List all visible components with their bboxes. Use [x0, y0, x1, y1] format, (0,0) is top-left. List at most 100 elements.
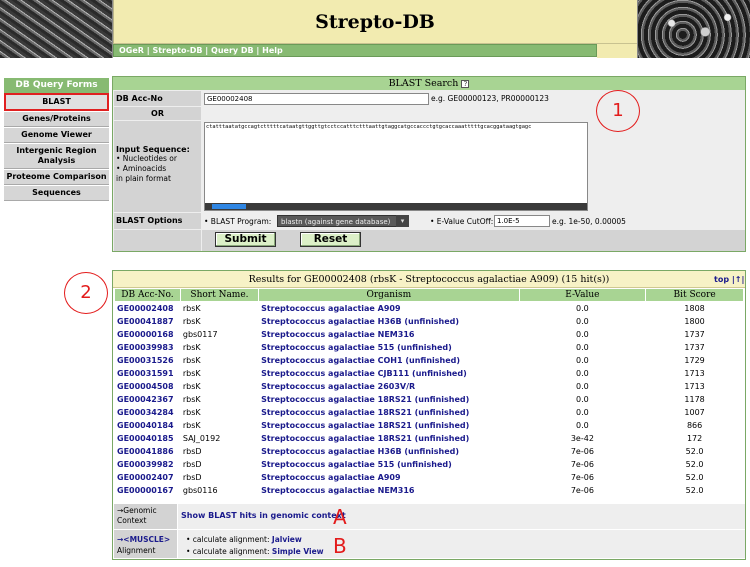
- cell-short-name: rbsD: [182, 447, 202, 456]
- cell-organism[interactable]: Streptococcus agalactiae 515 (unfinished…: [259, 458, 518, 471]
- cell-acc-no[interactable]: GE00040184: [115, 419, 180, 432]
- help-icon[interactable]: ?: [461, 79, 470, 88]
- cell-acc-no[interactable]: GE00002408: [115, 302, 180, 315]
- sidebar-item-sequences[interactable]: Sequences: [4, 185, 109, 201]
- page-title: Strepto-DB: [315, 11, 435, 33]
- evalue-example: e.g. 1e-50, 0.00005: [552, 217, 626, 226]
- sidebar-item-proteome-comparison[interactable]: Proteome Comparison: [4, 169, 109, 185]
- cell-acc-no[interactable]: GE00031526: [115, 354, 180, 367]
- cell-acc-no[interactable]: GE00042367: [115, 393, 180, 406]
- column-header-organism[interactable]: Organism: [259, 289, 519, 302]
- header-image-left: [0, 0, 113, 58]
- cell-organism[interactable]: Streptococcus agalactiae 18RS21 (unfinis…: [259, 432, 518, 445]
- input-sequence-hint: in plain format: [116, 174, 171, 183]
- column-header-bit-score[interactable]: Bit Score: [646, 289, 743, 302]
- cell-organism[interactable]: Streptococcus agalactiae COH1 (unfinishe…: [259, 354, 518, 367]
- jalview-link[interactable]: Jalview: [272, 535, 302, 544]
- cell-bit-score: 1737: [684, 343, 705, 352]
- submit-button[interactable]: Submit: [215, 232, 276, 247]
- nav-link-help[interactable]: Help: [262, 46, 283, 55]
- cell-organism[interactable]: Streptococcus agalactiae 18RS21 (unfinis…: [259, 406, 518, 419]
- cell-acc-no[interactable]: GE00000167: [115, 484, 180, 497]
- simple-view-link[interactable]: Simple View: [272, 547, 324, 556]
- blast-search-title-text: BLAST Search: [388, 78, 459, 89]
- column-header-acc-no[interactable]: DB Acc-No.: [115, 289, 180, 302]
- evalue-cutoff-input[interactable]: 1.0E-5: [494, 215, 550, 227]
- header-band-extension: [597, 44, 637, 58]
- evalue-cutoff-label: • E-Value CutOff:: [430, 217, 494, 226]
- cell-acc-no[interactable]: GE00004508: [115, 380, 180, 393]
- cell-acc-no[interactable]: GE00002407: [115, 471, 180, 484]
- cell-organism[interactable]: Streptococcus agalactiae 2603V/R: [259, 380, 518, 393]
- nav-link-query-db[interactable]: Query DB: [211, 46, 254, 55]
- alignment-option-text: • calculate alignment:: [186, 535, 270, 544]
- sidebar-item-genes-proteins[interactable]: Genes/Proteins: [4, 111, 109, 127]
- cell-bit-score: 52.0: [685, 486, 704, 495]
- cell-organism[interactable]: Streptococcus agalactiae A909: [259, 302, 518, 315]
- or-cell: [202, 107, 745, 120]
- cell-bit-score: 1808: [684, 304, 705, 313]
- results-header-row: DB Acc-No. Short Name. Organism E-Value …: [115, 289, 743, 302]
- sidebar-item-intergenic-region[interactable]: Intergenic Region Analysis: [4, 143, 109, 169]
- cell-acc-no[interactable]: GE00031591: [115, 367, 180, 380]
- cell-evalue: 0.0: [576, 369, 589, 378]
- cell-evalue: 0.0: [576, 408, 589, 417]
- alignment-option-simple-view: • calculate alignment: Simple View: [186, 547, 324, 556]
- table-row: GE00034284 rbsK Streptococcus agalactiae 1…: [115, 406, 743, 419]
- cell-organism[interactable]: Streptococcus agalactiae NEM316: [259, 484, 518, 497]
- cell-organism[interactable]: Streptococcus agalactiae H36B (unfinishe…: [259, 315, 518, 328]
- cell-acc-no[interactable]: GE00041886: [115, 445, 180, 458]
- scrollbar-thumb[interactable]: [212, 204, 246, 209]
- alignment-label: →<MUSCLE> Alignment: [114, 530, 177, 558]
- cell-short-name: rbsK: [182, 317, 201, 326]
- cell-organism[interactable]: Streptococcus agalactiae NEM316: [259, 328, 518, 341]
- sidebar-item-blast[interactable]: BLAST: [4, 93, 109, 111]
- genomic-context-label-line: Context: [117, 516, 147, 525]
- top-link[interactable]: top |↑|: [714, 275, 744, 284]
- table-row: GE00000167 gbs0116 Streptococcus agalactia…: [115, 484, 743, 497]
- cell-organism[interactable]: Streptococcus agalactiae 18RS21 (unfinis…: [259, 419, 518, 432]
- sequence-horizontal-scrollbar[interactable]: [205, 203, 587, 210]
- cell-organism[interactable]: Streptococcus agalactiae A909: [259, 471, 518, 484]
- table-row: GE00041887 rbsK Streptococcus agalactiae H…: [115, 315, 743, 328]
- nav-link-oger[interactable]: OGeR: [119, 46, 144, 55]
- cell-organism[interactable]: Streptococcus agalactiae H36B (unfinishe…: [259, 445, 518, 458]
- muscle-link[interactable]: →<MUSCLE>: [117, 534, 177, 545]
- sidebar-item-genome-viewer[interactable]: Genome Viewer: [4, 127, 109, 143]
- column-header-evalue[interactable]: E-Value: [519, 289, 646, 302]
- input-sequence-hint: • Nucleotides or: [116, 154, 177, 163]
- cell-evalue: 0.0: [576, 421, 589, 430]
- cell-acc-no[interactable]: GE00040185: [115, 432, 180, 445]
- cell-evalue: 3e-42: [570, 434, 594, 443]
- cell-organism[interactable]: Streptococcus agalactiae 18RS21 (unfinis…: [259, 393, 518, 406]
- column-header-short-name[interactable]: Short Name.: [180, 289, 259, 302]
- cell-bit-score: 172: [686, 434, 703, 443]
- nav-link-strepto-db[interactable]: Strepto-DB: [152, 46, 202, 55]
- alignment-option-jalview: • calculate alignment: Jalview: [186, 535, 302, 544]
- cell-evalue: 0.0: [576, 317, 589, 326]
- acc-no-input[interactable]: GE00002408: [204, 93, 429, 105]
- cell-acc-no[interactable]: GE00041887: [115, 315, 180, 328]
- reset-button[interactable]: Reset: [300, 232, 361, 247]
- genomic-context-link[interactable]: Show BLAST hits in genomic context: [181, 511, 346, 520]
- table-row: GE00000168 gbs0117 Streptococcus agalactia…: [115, 328, 743, 341]
- genomic-context-label-line: →Genomic: [117, 506, 157, 515]
- cell-organism[interactable]: Streptococcus agalactiae 515 (unfinished…: [259, 341, 518, 354]
- cell-acc-no[interactable]: GE00039983: [115, 341, 180, 354]
- cell-organism[interactable]: Streptococcus agalactiae CJB111 (unfinis…: [259, 367, 518, 380]
- acc-no-example: e.g. GE00000123, PR00000123: [431, 94, 549, 103]
- cell-bit-score: 1737: [684, 330, 705, 339]
- annotation-circle-2: 2: [64, 272, 108, 314]
- cell-bit-score: 1713: [684, 382, 705, 391]
- chevron-down-icon[interactable]: ▾: [396, 215, 409, 227]
- cell-acc-no[interactable]: GE00039982: [115, 458, 180, 471]
- sequence-textarea[interactable]: [204, 122, 588, 211]
- cell-acc-no[interactable]: GE00000168: [115, 328, 180, 341]
- cell-short-name: rbsD: [182, 460, 202, 469]
- nav-separator: |: [202, 46, 212, 55]
- cell-evalue: 0.0: [576, 382, 589, 391]
- acc-no-label: DB Acc-No: [114, 91, 201, 106]
- blast-program-select[interactable]: blastn (against gene database): [277, 215, 409, 227]
- cell-short-name: rbsK: [182, 395, 201, 404]
- cell-acc-no[interactable]: GE00034284: [115, 406, 180, 419]
